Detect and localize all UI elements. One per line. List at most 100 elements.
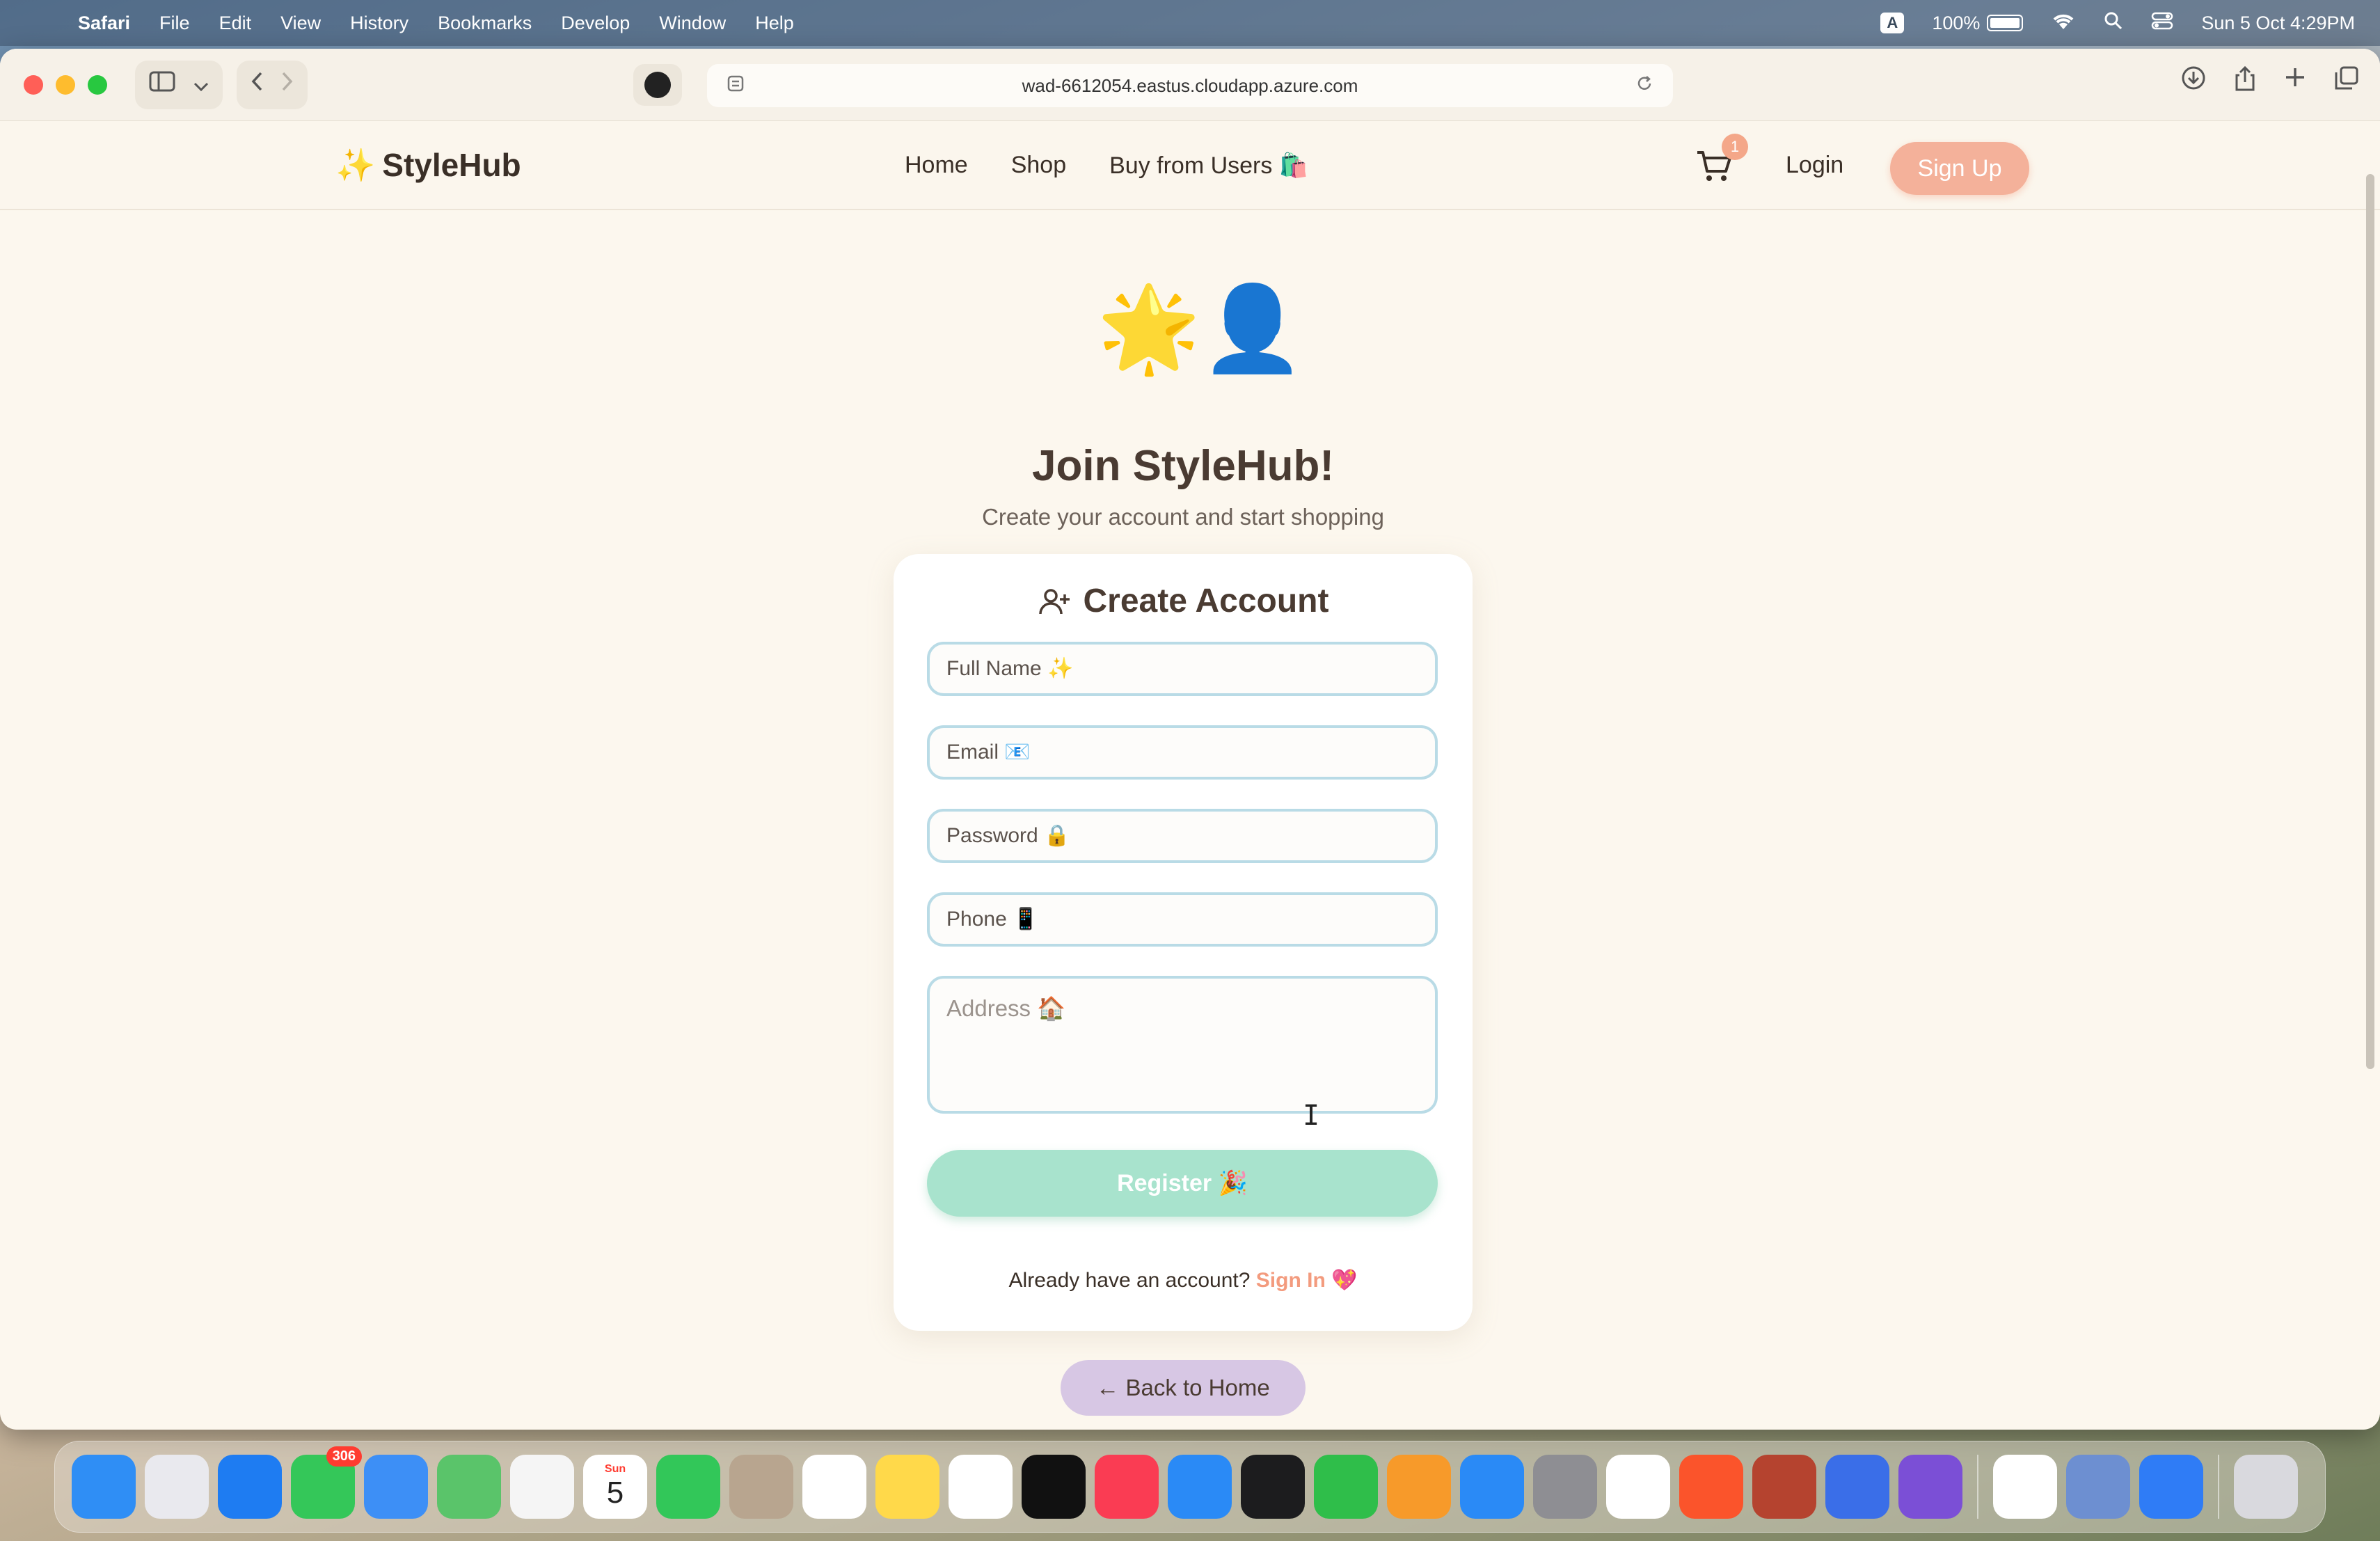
pages-icon[interactable] xyxy=(1387,1455,1451,1519)
dock: 306 Sun 5 xyxy=(54,1441,2326,1533)
menu-window[interactable]: Window xyxy=(659,13,726,34)
signin-prompt: Already have an account? Sign In 💖 xyxy=(894,1268,1473,1293)
chevron-down-icon[interactable] xyxy=(193,71,209,98)
terminal-icon[interactable] xyxy=(1241,1455,1305,1519)
minimize-window-button[interactable] xyxy=(56,74,75,95)
signup-button[interactable]: Sign Up xyxy=(1890,142,2029,195)
battery-icon xyxy=(1987,15,2024,31)
github-extension-icon[interactable] xyxy=(633,64,682,106)
photos-icon[interactable] xyxy=(510,1455,574,1519)
password-input[interactable] xyxy=(927,809,1438,863)
address-input[interactable] xyxy=(927,976,1438,1114)
page-title: Join StyleHub! xyxy=(1031,442,1335,490)
menu-file[interactable]: File xyxy=(159,13,190,34)
register-page: 🌟👤 Join StyleHub! Create your account an… xyxy=(0,210,2380,1430)
zoom-window-button[interactable] xyxy=(88,74,107,95)
keynote-icon[interactable] xyxy=(1168,1455,1232,1519)
reload-icon[interactable] xyxy=(1633,74,1656,97)
music-icon[interactable] xyxy=(1095,1455,1159,1519)
mail-icon[interactable] xyxy=(364,1455,428,1519)
reminders-icon[interactable] xyxy=(802,1455,866,1519)
history-nav-group xyxy=(237,60,308,109)
contacts-icon[interactable] xyxy=(729,1455,793,1519)
freeform-icon[interactable] xyxy=(949,1455,1013,1519)
cart-count-badge: 1 xyxy=(1722,134,1748,160)
text-cursor-icon: I xyxy=(1303,1100,1320,1132)
hero-emoji: 🌟👤 xyxy=(1097,282,1305,375)
github-logo-icon xyxy=(644,72,671,98)
vscode-icon[interactable] xyxy=(1993,1455,2057,1519)
new-tab-icon[interactable] xyxy=(2284,65,2306,98)
dock-separator xyxy=(1977,1455,1978,1519)
disk-utility-icon[interactable] xyxy=(2066,1455,2130,1519)
messages-icon[interactable]: 306 xyxy=(291,1446,362,1519)
menu-help[interactable]: Help xyxy=(755,13,794,34)
toolbar-right-actions xyxy=(2181,65,2359,98)
menu-bookmarks[interactable]: Bookmarks xyxy=(438,13,532,34)
calendar-day: 5 xyxy=(606,1476,624,1510)
full-name-input[interactable] xyxy=(927,642,1438,696)
phone-input[interactable] xyxy=(927,892,1438,947)
menu-clock[interactable]: Sun 5 Oct 4:29PM xyxy=(2201,13,2355,34)
notes-icon[interactable] xyxy=(875,1455,939,1519)
input-source-icon[interactable]: A xyxy=(1880,13,1905,33)
back-to-home-button[interactable]: ← Back to Home xyxy=(1061,1360,1306,1416)
spotlight-search-icon[interactable] xyxy=(2104,11,2123,35)
form-title-text: Create Account xyxy=(1083,583,1329,619)
signin-prompt-text: Already have an account? xyxy=(1008,1269,1251,1292)
tv-icon[interactable] xyxy=(1022,1455,1086,1519)
brave-icon[interactable] xyxy=(1679,1455,1743,1519)
sidebar-icon[interactable] xyxy=(149,71,175,98)
nav-shop[interactable]: Shop xyxy=(1011,152,1066,180)
share-icon[interactable] xyxy=(2234,65,2256,98)
address-bar[interactable]: wad-6612054.eastus.cloudapp.azure.com xyxy=(707,64,1673,107)
email-input[interactable] xyxy=(927,725,1438,780)
back-icon[interactable] xyxy=(251,71,263,98)
feedback-icon[interactable] xyxy=(1898,1455,1962,1519)
register-button[interactable]: Register 🎉 xyxy=(927,1150,1438,1217)
forward-icon[interactable] xyxy=(281,71,294,98)
downloads-icon[interactable] xyxy=(2181,65,2206,98)
messages-badge: 306 xyxy=(326,1446,362,1467)
chrome-icon[interactable] xyxy=(1606,1455,1670,1519)
tab-overview-icon[interactable] xyxy=(2334,65,2359,98)
page-subtitle: Create your account and start shopping xyxy=(982,504,1384,530)
control-center-icon[interactable] xyxy=(2151,11,2173,35)
close-window-button[interactable] xyxy=(24,74,43,95)
menu-develop[interactable]: Develop xyxy=(561,13,630,34)
site-logo[interactable]: ✨ StyleHub xyxy=(335,146,521,184)
dock-separator xyxy=(2218,1455,2219,1519)
menu-safari[interactable]: Safari xyxy=(78,13,130,34)
nav-buy-from-users[interactable]: Buy from Users 🛍️ xyxy=(1109,152,1308,180)
finder-icon[interactable] xyxy=(72,1455,136,1519)
sparkle-icon: ✨ xyxy=(335,147,376,183)
maps-icon[interactable] xyxy=(437,1455,501,1519)
menu-view[interactable]: View xyxy=(280,13,321,34)
page-menu-icon[interactable] xyxy=(724,74,747,97)
battery-status[interactable]: 100% xyxy=(1932,13,2024,34)
dictionary-icon[interactable] xyxy=(1752,1455,1816,1519)
launchpad-icon[interactable] xyxy=(145,1455,209,1519)
nav-home[interactable]: Home xyxy=(905,152,968,180)
menu-history[interactable]: History xyxy=(350,13,408,34)
form-title: Create Account xyxy=(894,582,1473,620)
trash-icon[interactable] xyxy=(2234,1455,2298,1519)
url-text: wad-6612054.eastus.cloudapp.azure.com xyxy=(1022,74,1358,96)
main-nav: Home Shop Buy from Users 🛍️ xyxy=(905,152,1308,180)
system-settings-icon[interactable] xyxy=(1533,1455,1597,1519)
calendar-icon[interactable]: Sun 5 xyxy=(583,1455,647,1519)
facetime-icon[interactable] xyxy=(656,1455,720,1519)
app-store-icon[interactable] xyxy=(1460,1455,1524,1519)
page-scrollbar[interactable] xyxy=(2366,174,2374,1069)
browser-toolbar: wad-6612054.eastus.cloudapp.azure.com xyxy=(0,49,2380,121)
menu-edit[interactable]: Edit xyxy=(219,13,252,34)
safari-icon[interactable] xyxy=(218,1455,282,1519)
wifi-icon[interactable] xyxy=(2051,11,2076,35)
messenger-icon[interactable] xyxy=(2139,1455,2203,1519)
sidebar-toggle-group xyxy=(135,60,223,109)
numbers-icon[interactable] xyxy=(1314,1455,1378,1519)
login-link[interactable]: Login xyxy=(1786,152,1843,179)
cart-button[interactable]: 1 xyxy=(1695,134,1748,184)
simulator-icon[interactable] xyxy=(1825,1455,1889,1519)
signin-link[interactable]: Sign In 💖 xyxy=(1256,1269,1358,1292)
